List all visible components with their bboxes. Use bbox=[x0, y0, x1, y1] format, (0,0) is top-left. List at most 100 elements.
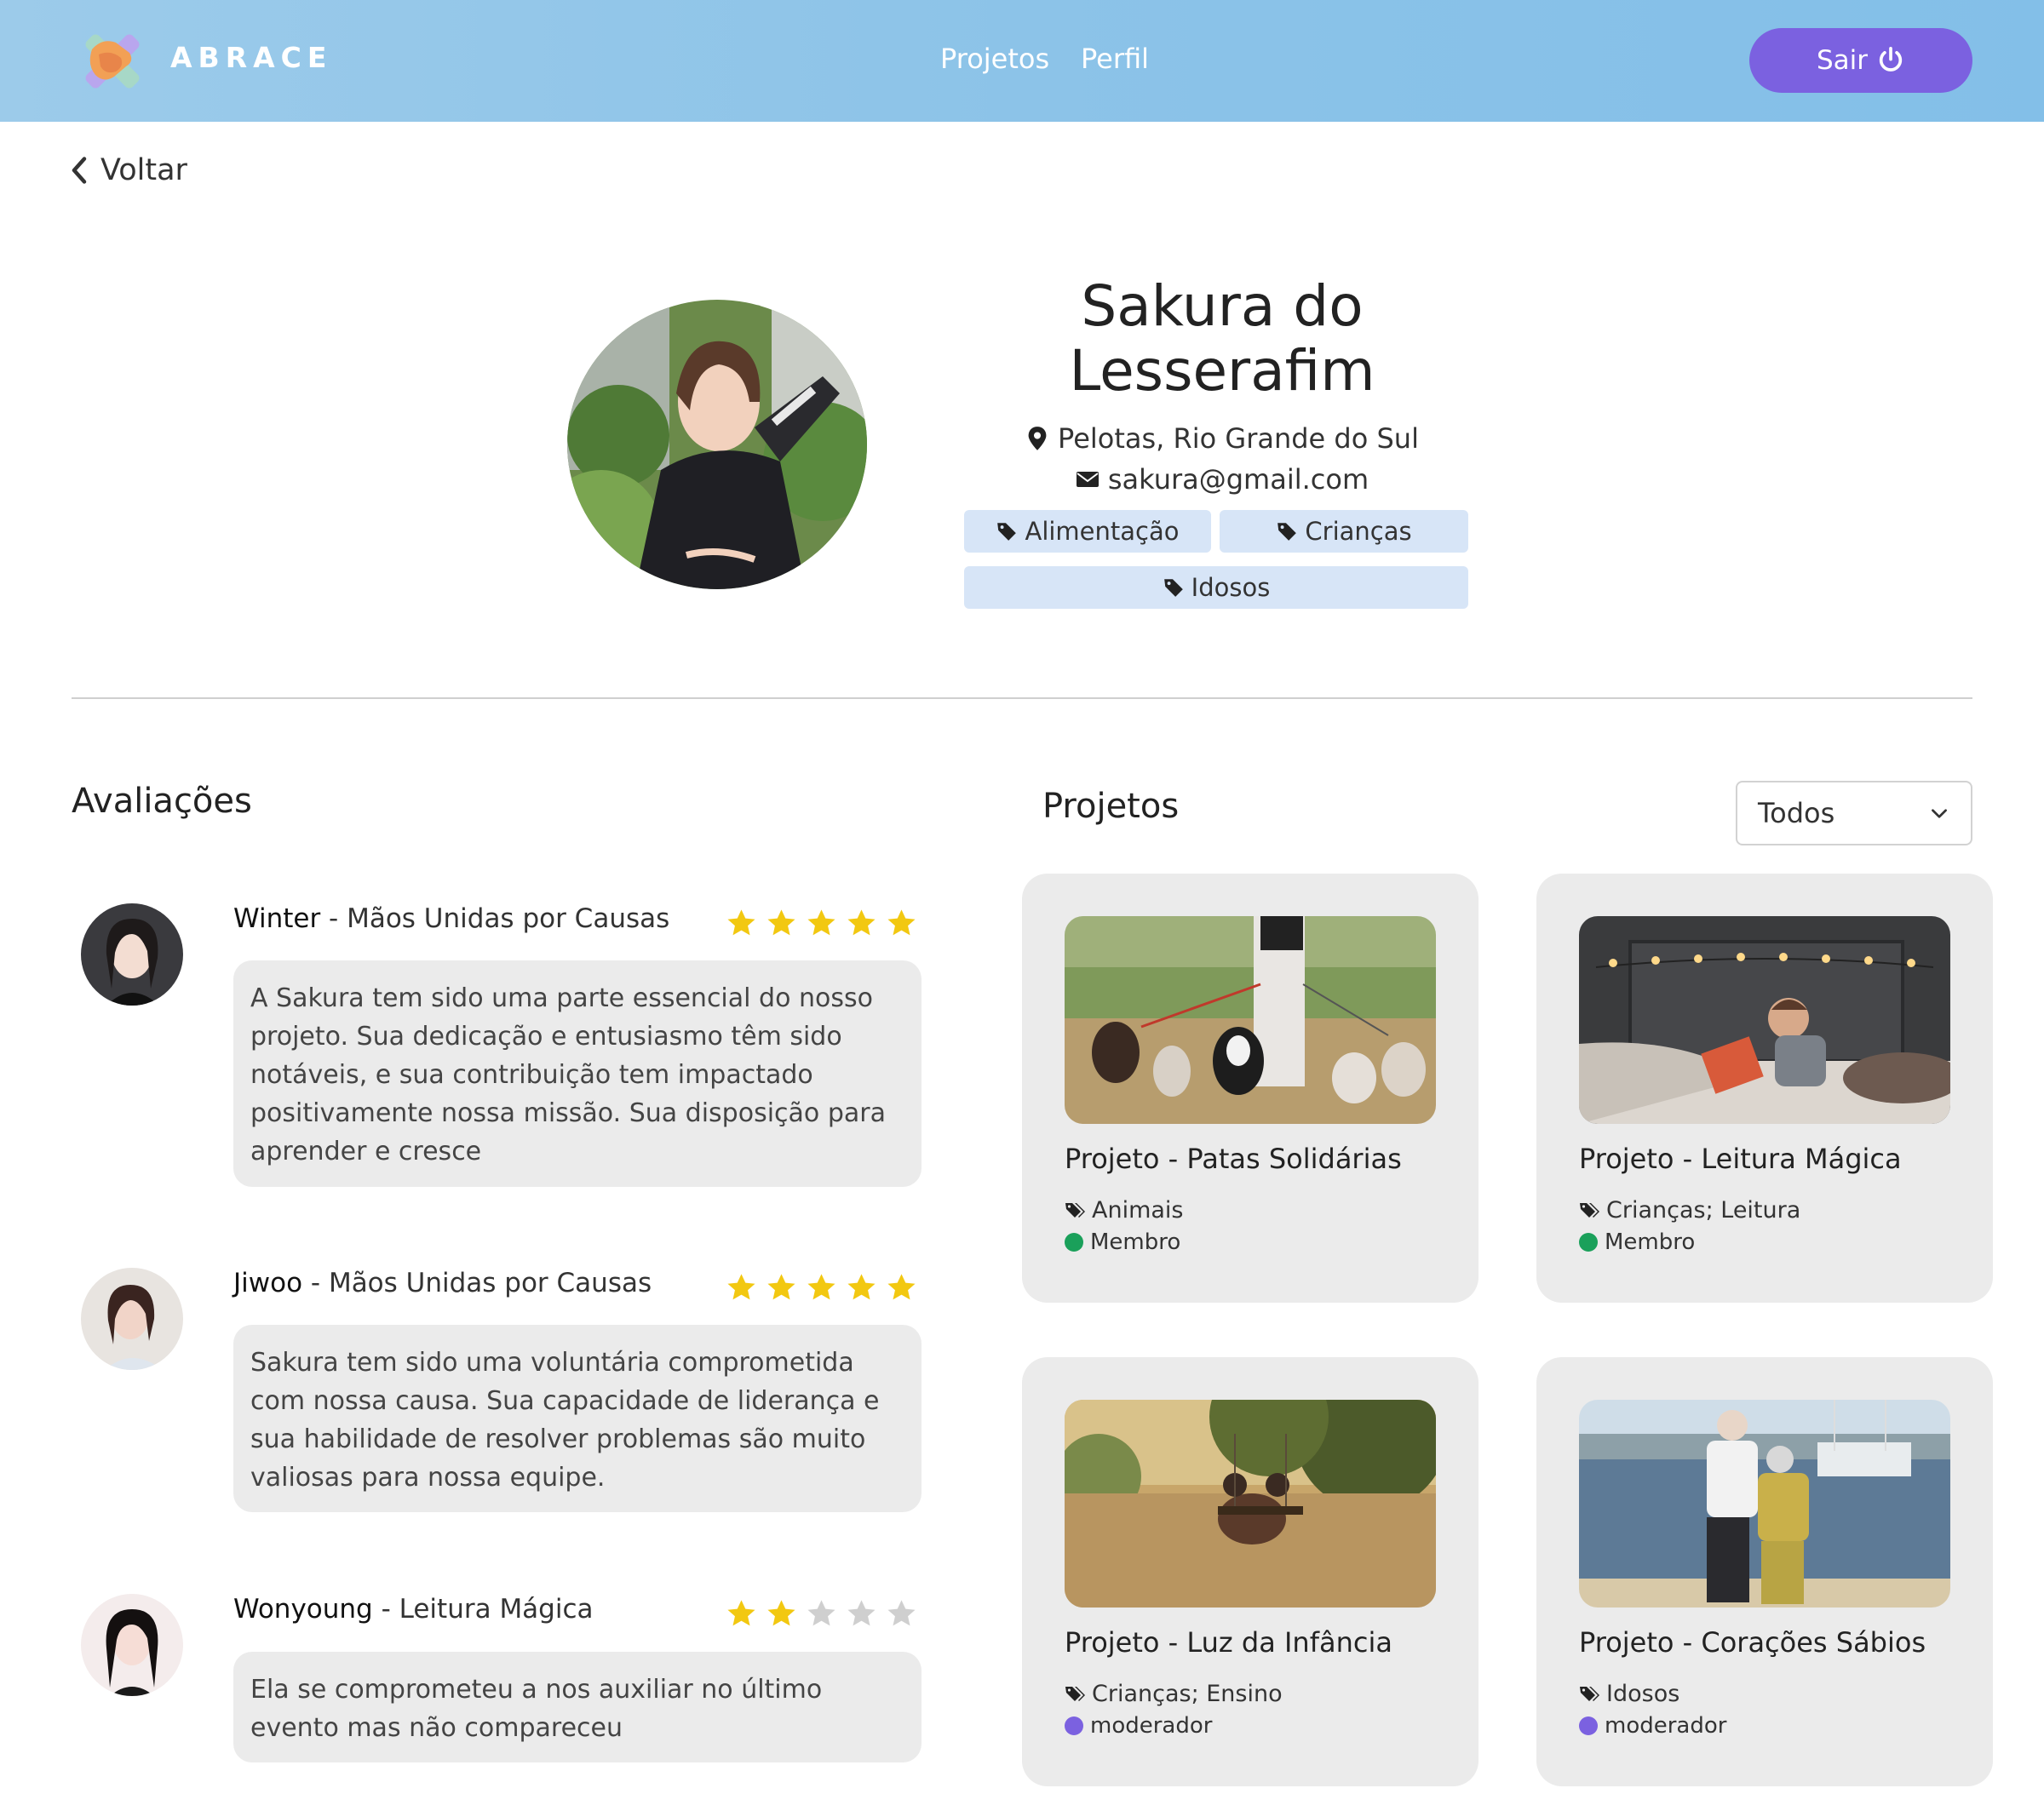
tag-label: Alimentação bbox=[1025, 517, 1180, 546]
star-filled-icon bbox=[767, 1600, 795, 1626]
review-project: - Mãos Unidas por Causas bbox=[320, 903, 670, 934]
project-card[interactable]: Projeto - Luz da Infância Crianças; Ensi… bbox=[1022, 1357, 1478, 1786]
chevron-left-icon bbox=[72, 157, 87, 184]
rating-stars bbox=[726, 1598, 917, 1630]
profile-avatar bbox=[567, 300, 867, 589]
project-role-text: Membro bbox=[1605, 1229, 1696, 1255]
star-filled-icon bbox=[807, 909, 835, 936]
review-text: Ela se comprometeu a nos auxiliar no últ… bbox=[233, 1652, 922, 1762]
role-status-dot bbox=[1579, 1716, 1598, 1735]
brand-name: ABRACE bbox=[170, 41, 333, 74]
location-text: Pelotas, Rio Grande do Sul bbox=[1058, 422, 1419, 455]
tag-label: Idosos bbox=[1191, 573, 1271, 602]
reviews-title: Avaliações bbox=[72, 782, 252, 821]
projects-filter-select[interactable]: Todos bbox=[1736, 781, 1972, 845]
abrace-logo-icon[interactable] bbox=[73, 24, 152, 99]
email-text: sakura@gmail.com bbox=[1107, 463, 1369, 496]
review-header: Wonyoung - Leitura Mágica bbox=[233, 1594, 594, 1625]
project-tags-text: Crianças; Ensino bbox=[1092, 1681, 1283, 1707]
project-role-text: Membro bbox=[1090, 1229, 1181, 1255]
profile-tag: Alimentação bbox=[964, 510, 1211, 553]
rating-stars bbox=[726, 908, 917, 939]
profile-location: Pelotas, Rio Grande do Sul bbox=[954, 422, 1490, 455]
reviewer-avatar bbox=[81, 1268, 183, 1370]
role-status-dot bbox=[1065, 1716, 1083, 1735]
project-role-text: moderador bbox=[1090, 1713, 1213, 1739]
tag-icon bbox=[997, 523, 1017, 541]
project-image bbox=[1579, 916, 1950, 1124]
reviewer-avatar bbox=[81, 903, 183, 1006]
project-tags-text: Idosos bbox=[1606, 1681, 1680, 1707]
project-card[interactable]: Projeto - Patas Solidárias Animais Membr… bbox=[1022, 874, 1478, 1303]
back-label: Voltar bbox=[100, 153, 187, 187]
star-filled-icon bbox=[767, 909, 795, 936]
review-header: Winter - Mãos Unidas por Causas bbox=[233, 903, 669, 934]
project-image bbox=[1579, 1400, 1950, 1608]
project-tags: Animais bbox=[1065, 1197, 1184, 1224]
project-tags: Idosos bbox=[1579, 1681, 1679, 1707]
star-filled-icon bbox=[887, 909, 916, 936]
nav-projetos[interactable]: Projetos bbox=[940, 43, 1049, 75]
review-project: - Leitura Mágica bbox=[372, 1594, 594, 1625]
star-filled-icon bbox=[767, 1274, 795, 1300]
project-card[interactable]: Projeto - Corações Sábios Idosos moderad… bbox=[1536, 1357, 1993, 1786]
star-filled-icon bbox=[847, 909, 876, 936]
star-filled-icon bbox=[727, 1600, 755, 1626]
project-image bbox=[1065, 1400, 1436, 1608]
star-filled-icon bbox=[887, 1274, 916, 1300]
logout-label: Sair bbox=[1816, 45, 1869, 76]
review-header: Jiwoo - Mãos Unidas por Causas bbox=[233, 1268, 652, 1298]
profile-tag: Idosos bbox=[964, 566, 1468, 609]
logout-button[interactable]: Sair bbox=[1749, 28, 1972, 93]
project-image bbox=[1065, 916, 1436, 1124]
project-title: Projeto - Leitura Mágica bbox=[1579, 1143, 1902, 1175]
tags-icon bbox=[1065, 1202, 1085, 1218]
filter-value: Todos bbox=[1758, 797, 1835, 829]
project-role: Membro bbox=[1579, 1229, 1695, 1255]
project-role: moderador bbox=[1065, 1713, 1212, 1739]
star-filled-icon bbox=[727, 1274, 755, 1300]
star-filled-icon bbox=[847, 1274, 876, 1300]
role-status-dot bbox=[1579, 1233, 1598, 1252]
star-empty-icon bbox=[807, 1600, 835, 1626]
chevron-down-icon bbox=[1932, 809, 1947, 818]
section-divider bbox=[72, 697, 1972, 699]
projects-title: Projetos bbox=[1042, 787, 1180, 826]
back-button[interactable]: Voltar bbox=[70, 153, 187, 187]
project-role: moderador bbox=[1579, 1713, 1726, 1739]
tag-icon bbox=[1278, 523, 1297, 541]
project-role-text: moderador bbox=[1605, 1713, 1727, 1739]
reviewer-name: Jiwoo bbox=[233, 1268, 303, 1298]
star-filled-icon bbox=[727, 909, 755, 936]
rating-stars bbox=[726, 1272, 917, 1304]
project-title: Projeto - Corações Sábios bbox=[1579, 1626, 1926, 1659]
project-title: Projeto - Luz da Infância bbox=[1065, 1626, 1392, 1659]
tag-icon bbox=[1163, 579, 1183, 597]
tag-label: Crianças bbox=[1305, 517, 1412, 546]
top-bar: ABRACE Projetos Perfil Sair bbox=[0, 0, 2044, 122]
review-project: - Mãos Unidas por Causas bbox=[302, 1268, 652, 1298]
star-filled-icon bbox=[807, 1274, 835, 1300]
project-card[interactable]: Projeto - Leitura Mágica Crianças; Leitu… bbox=[1536, 874, 1993, 1303]
tags-icon bbox=[1580, 1686, 1599, 1701]
tags-icon bbox=[1580, 1202, 1599, 1218]
project-tags: Crianças; Leitura bbox=[1579, 1197, 1800, 1224]
reviewer-name: Wonyoung bbox=[233, 1594, 373, 1625]
project-tags-text: Animais bbox=[1092, 1197, 1184, 1224]
profile-tag: Crianças bbox=[1220, 510, 1468, 553]
project-role: Membro bbox=[1065, 1229, 1180, 1255]
review-text: A Sakura tem sido uma parte essencial do… bbox=[233, 960, 922, 1187]
star-empty-icon bbox=[847, 1600, 876, 1626]
profile-email: sakura@gmail.com bbox=[954, 463, 1490, 496]
role-status-dot bbox=[1065, 1233, 1083, 1252]
envelope-icon bbox=[1076, 472, 1099, 487]
nav-perfil[interactable]: Perfil bbox=[1081, 43, 1149, 75]
power-icon bbox=[1879, 46, 1903, 72]
project-tags: Crianças; Ensino bbox=[1065, 1681, 1283, 1707]
project-title: Projeto - Patas Solidárias bbox=[1065, 1143, 1402, 1175]
reviewer-avatar bbox=[81, 1594, 183, 1696]
project-tags-text: Crianças; Leitura bbox=[1606, 1197, 1801, 1224]
map-pin-icon bbox=[1028, 427, 1047, 450]
reviewer-name: Winter bbox=[233, 903, 321, 934]
profile-name: Sakura do Lesserafim bbox=[1069, 273, 1375, 404]
